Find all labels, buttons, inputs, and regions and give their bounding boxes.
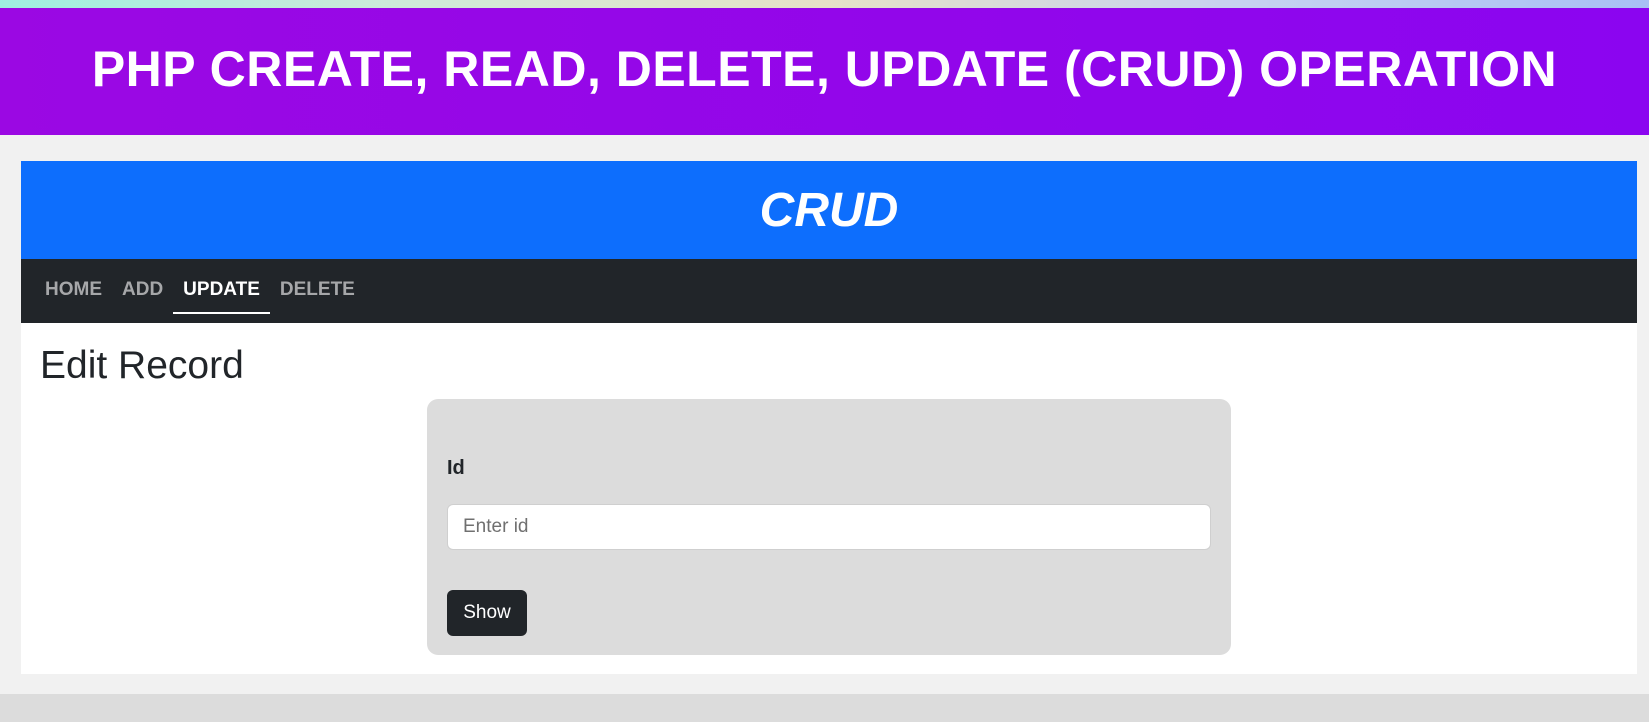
navbar: HOME ADD UPDATE DELETE xyxy=(21,259,1637,323)
nav-link-delete[interactable]: DELETE xyxy=(270,259,365,323)
id-field-label: Id xyxy=(447,457,465,479)
nav-link-add[interactable]: ADD xyxy=(112,259,173,323)
nav-link-home[interactable]: HOME xyxy=(35,259,112,323)
bottom-strip xyxy=(0,694,1649,722)
brand-bar: CRUD xyxy=(21,161,1637,259)
brand-title: CRUD xyxy=(759,183,899,237)
id-input[interactable] xyxy=(447,504,1211,550)
page-title: PHP CREATE, READ, DELETE, UPDATE (CRUD) … xyxy=(91,40,1558,97)
show-button[interactable]: Show xyxy=(447,590,527,636)
top-gradient-strip xyxy=(0,0,1649,8)
nav-link-update[interactable]: UPDATE xyxy=(173,259,270,323)
page-heading: Edit Record xyxy=(40,344,244,387)
hero-banner: PHP CREATE, READ, DELETE, UPDATE (CRUD) … xyxy=(0,8,1649,135)
edit-record-form: Id Show xyxy=(427,399,1231,655)
main-container: CRUD HOME ADD UPDATE DELETE Edit Record … xyxy=(21,161,1637,674)
